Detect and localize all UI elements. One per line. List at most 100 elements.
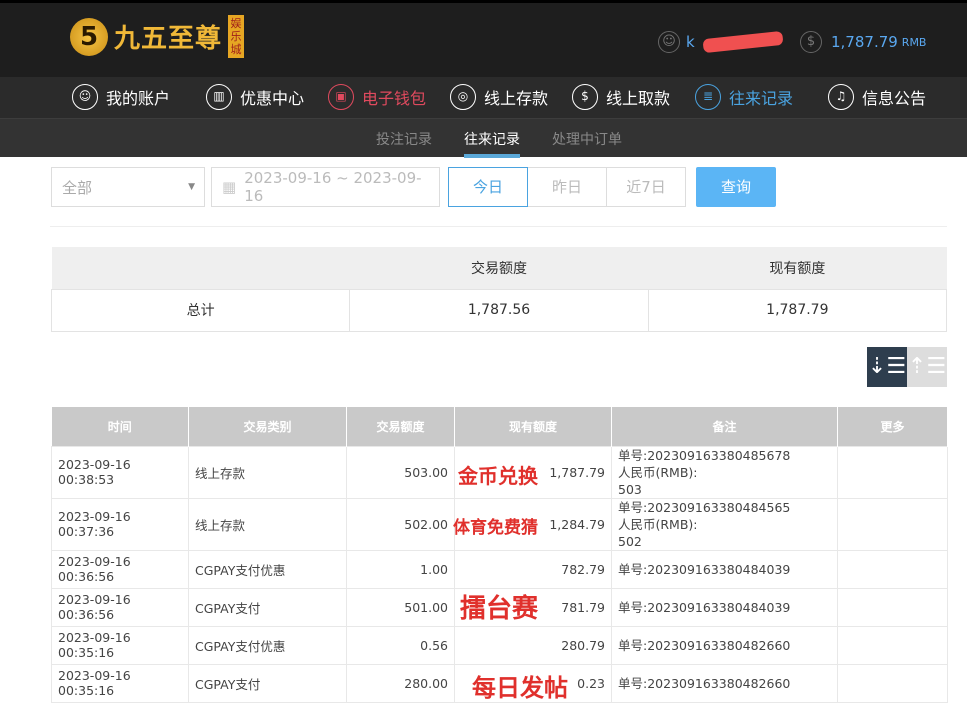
nav-item-user[interactable]: ☺ 我的账户: [72, 84, 170, 110]
type-select-value: 全部: [62, 178, 93, 197]
cell-note: 单号:202309163380484565 人民币(RMB): 502: [611, 497, 838, 551]
transactions-table: 时间 交易类别 交易额度 现有额度 备注 更多 2023-09-16 00:38:53 线上…: [51, 407, 948, 703]
cell-type: CGPAY支付: [188, 587, 347, 627]
redaction-mark: [702, 30, 784, 54]
column-header: 备注: [611, 407, 838, 446]
cell-amount: 503.00: [346, 445, 455, 499]
query-button[interactable]: 查询: [696, 167, 776, 207]
nav-item-withdraw[interactable]: $ 线上取款: [572, 84, 670, 110]
nav-item-wallet[interactable]: ▣ 电子钱包: [328, 84, 426, 110]
cell-balance: 280.79: [454, 625, 612, 665]
cell-more: [837, 445, 948, 499]
promo-overlay: 金币兑换: [458, 464, 538, 488]
note-line: 503: [618, 481, 642, 497]
cell-more: [837, 497, 948, 551]
wallet-icon: ▣: [328, 84, 354, 110]
cell-note: 单号:202309163380482660: [611, 625, 838, 665]
deposit-icon: ◎: [450, 84, 476, 110]
nav-label: 信息公告: [862, 89, 927, 108]
promo-overlay: 每日发帖: [472, 674, 568, 702]
cell-more: [837, 549, 948, 589]
chevron-down-icon: ▼: [188, 182, 195, 192]
summary-table: 交易额度 现有额度 总计 1,787.56 1,787.79: [50, 247, 948, 332]
user-account[interactable]: ☺ k: [658, 30, 784, 54]
today-button[interactable]: 今日: [448, 167, 528, 207]
cell-amount: 502.00: [346, 497, 455, 551]
cell-type: 线上存款: [188, 497, 347, 551]
nav-label: 线上取款: [606, 89, 671, 108]
cell-note: 单号:202309163380484039: [611, 549, 838, 589]
nav-label: 线上存款: [484, 89, 549, 108]
sort-desc-icon[interactable]: ⇣☰: [867, 347, 907, 387]
note-line: 单号:202309163380482660: [618, 675, 791, 691]
username: k: [686, 33, 695, 51]
nav-item-bell[interactable]: ♫ 信息公告: [828, 84, 926, 110]
cell-type: CGPAY支付优惠: [188, 625, 347, 665]
user-icon: ☺: [72, 84, 98, 110]
cell-time: 2023-09-16 00:38:53: [51, 445, 189, 499]
cell-type: CGPAY支付优惠: [188, 549, 347, 589]
cell-time: 2023-09-16 00:35:16: [51, 663, 189, 703]
cell-amount: 501.00: [346, 587, 455, 627]
summary-label: 总计: [50, 288, 351, 332]
currency: RMB: [901, 35, 927, 49]
cell-time: 2023-09-16 00:36:56: [51, 549, 189, 589]
nav-item-deposit[interactable]: ◎ 线上存款: [450, 84, 548, 110]
cell-more: [837, 587, 948, 627]
column-header: 交易额度: [346, 407, 455, 446]
cell-time: 2023-09-16 00:36:56: [51, 587, 189, 627]
top-header: 5 九五至尊 娱乐城 ☺ k $ 1,787.79 RMB: [0, 0, 967, 77]
cell-note: 单号:202309163380484039: [611, 587, 838, 627]
note-line: 单号:202309163380484039: [618, 599, 791, 615]
note-line: 单号:202309163380482660: [618, 637, 791, 653]
cell-note: 单号:202309163380482660: [611, 663, 838, 703]
note-line: 502: [618, 533, 642, 549]
nav-item-gift[interactable]: ▥ 优惠中心: [206, 84, 304, 110]
note-line: 人民币(RMB):: [618, 464, 698, 480]
table-row: 2023-09-16 00:35:16 CGPAY支付优惠 0.56 280.79 单号…: [51, 625, 948, 665]
withdraw-icon: $: [572, 84, 598, 110]
nav-item-records[interactable]: ≣ 往来记录: [695, 84, 793, 110]
date-range-input[interactable]: ▦ 2023-09-16 ~ 2023-09-16: [211, 167, 440, 207]
logo-text: 九五至尊: [114, 24, 223, 54]
type-select[interactable]: 全部 ▼: [51, 167, 205, 207]
summary-amount: 1,787.56: [349, 288, 649, 332]
calendar-icon: ▦: [222, 178, 237, 196]
promo-overlay: 体育免费猜: [453, 518, 538, 538]
summary-header: [51, 247, 350, 289]
cell-time: 2023-09-16 00:37:36: [51, 497, 189, 551]
active-tab-indicator: [464, 154, 520, 158]
sort-asc-icon[interactable]: ⇡☰: [907, 347, 947, 387]
bell-icon: ♫: [828, 84, 854, 110]
cell-note: 单号:202309163380485678 人民币(RMB): 503: [611, 445, 838, 499]
summary-header: 现有额度: [648, 247, 947, 289]
note-line: 单号:202309163380485678: [618, 447, 791, 463]
cell-time: 2023-09-16 00:35:16: [51, 625, 189, 665]
divider: [50, 226, 947, 227]
nav-label: 往来记录: [729, 89, 794, 108]
balance-value: 1,787.79: [831, 33, 898, 51]
column-header: 更多: [837, 407, 948, 446]
cell-amount: 280.00: [346, 663, 455, 703]
tab-pending-orders[interactable]: 处理中订单: [552, 129, 622, 149]
tab-transaction-records[interactable]: 往来记录: [464, 129, 520, 149]
last-7-days-button[interactable]: 近7日: [606, 167, 686, 207]
cell-more: [837, 663, 948, 703]
sub-nav: 投注记录 往来记录 处理中订单: [0, 118, 967, 158]
promo-overlay: 擂台赛: [460, 594, 539, 624]
column-header: 交易类别: [188, 407, 347, 446]
note-line: 单号:202309163380484565: [618, 499, 791, 515]
summary-balance: 1,787.79: [647, 288, 948, 332]
logo[interactable]: 5 九五至尊 娱乐城: [70, 15, 245, 58]
table-row: 2023-09-16 00:36:56 CGPAY支付优惠 1.00 782.79 单号…: [51, 549, 948, 589]
tab-bet-records[interactable]: 投注记录: [376, 129, 432, 149]
dollar-icon: $: [800, 31, 822, 53]
cell-amount: 0.56: [346, 625, 455, 665]
nav-label: 我的账户: [106, 89, 171, 108]
balance-display: $ 1,787.79 RMB: [800, 31, 926, 53]
yesterday-button[interactable]: 昨日: [527, 167, 607, 207]
column-header: 时间: [51, 407, 189, 446]
gift-icon: ▥: [206, 84, 232, 110]
cell-more: [837, 625, 948, 665]
summary-header: 交易额度: [349, 247, 649, 289]
